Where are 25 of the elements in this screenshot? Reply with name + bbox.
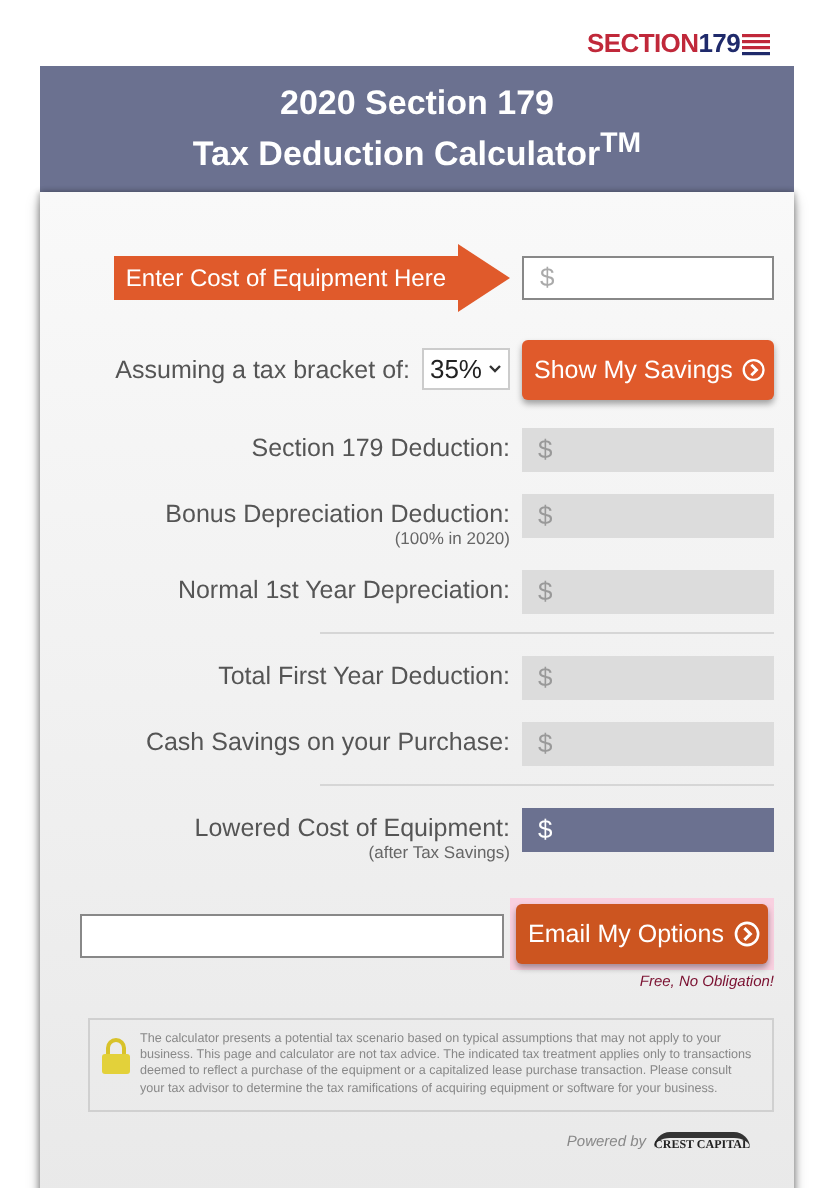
- lock-icon: [102, 1037, 130, 1074]
- result-label: Section 179 Deduction:: [251, 433, 510, 462]
- result-note: (after Tax Savings): [368, 841, 510, 862]
- cost-input[interactable]: $: [522, 255, 774, 300]
- dropdown-caret-icon: [488, 364, 502, 375]
- section-179-logo: SECTION179: [587, 28, 770, 58]
- tax-bracket-label: Assuming a tax bracket of:: [115, 355, 410, 384]
- result-field: $: [522, 807, 774, 852]
- result-label: Lowered Cost of Equipment:: [194, 813, 510, 842]
- result-label: Normal 1st Year Depreciation:: [177, 575, 510, 604]
- result-field: $: [522, 427, 774, 472]
- calculator-title: 2020 Section 179: [277, 82, 557, 124]
- email-input[interactable]: [80, 913, 504, 958]
- result-field: $: [522, 569, 774, 614]
- result-field: $: [522, 721, 774, 766]
- show-savings-button[interactable]: Show My Savings: [522, 339, 774, 400]
- email-options-button[interactable]: Email My Options: [516, 903, 768, 964]
- calculator-subtitle: Tax Deduction Calculator$^{TM}$: [190, 126, 644, 176]
- result-note: (100% in 2020): [394, 527, 510, 548]
- result-label: Total First Year Deduction:: [218, 661, 510, 690]
- result-label: Cash Savings on your Purchase:: [145, 727, 510, 756]
- result-field: $: [522, 493, 774, 538]
- tax-bracket-select[interactable]: 35%: [421, 348, 510, 391]
- result-label: Bonus Depreciation Deduction:: [165, 499, 510, 528]
- result-field: $: [522, 655, 774, 700]
